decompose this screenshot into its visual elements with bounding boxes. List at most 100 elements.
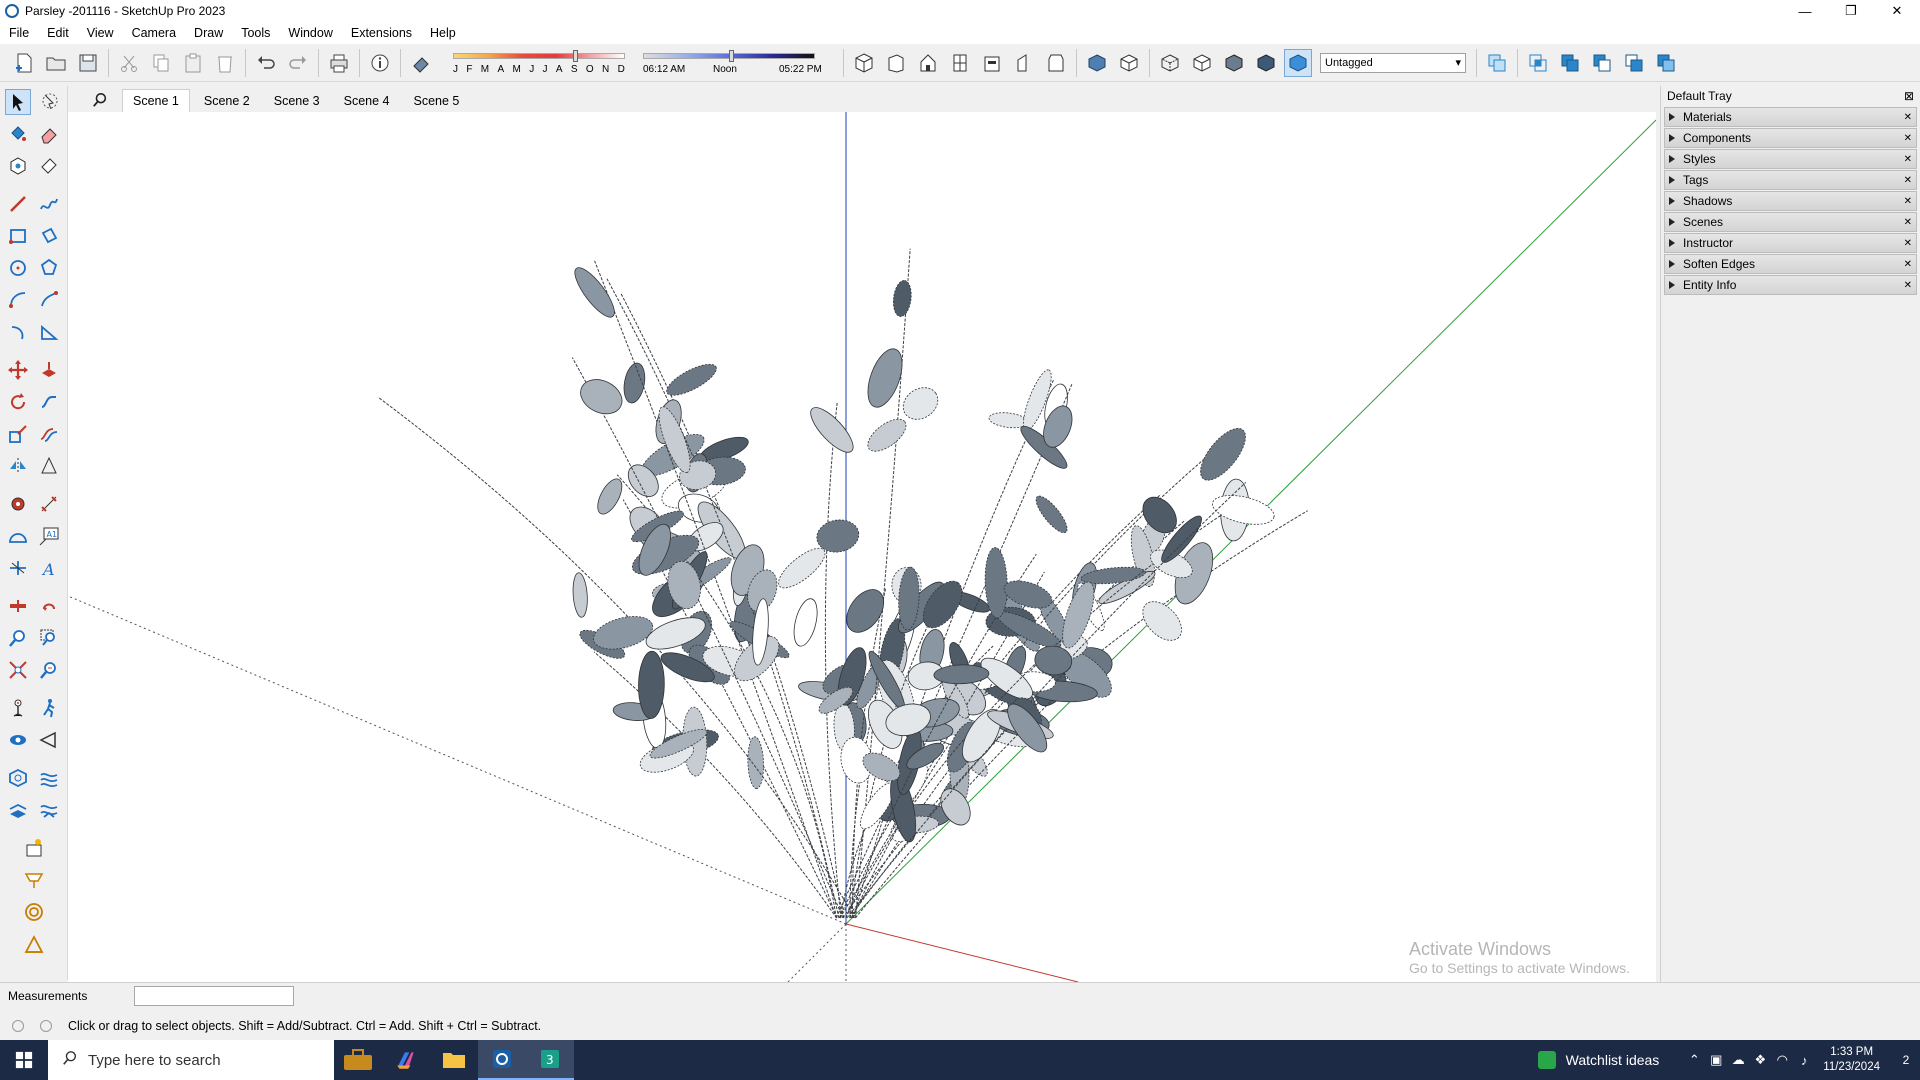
scene-tab-3[interactable]: Scene 3 [264, 90, 330, 112]
dropbox-icon[interactable]: ❖ [1749, 1049, 1771, 1071]
new-file-icon[interactable] [10, 49, 38, 77]
position-texture-tool-icon[interactable] [36, 453, 62, 479]
solid-trim-icon[interactable] [1620, 49, 1648, 77]
line-tool-icon[interactable] [5, 191, 31, 217]
shadows-toggle-icon[interactable] [407, 49, 435, 77]
left-view-icon[interactable] [1010, 49, 1038, 77]
scene-tab-2[interactable]: Scene 2 [194, 90, 260, 112]
zoom-window-tool-icon[interactable] [36, 625, 62, 651]
menu-extensions[interactable]: Extensions [342, 26, 421, 40]
dimension-tool-icon[interactable] [36, 491, 62, 517]
warehouse-icon[interactable] [21, 835, 47, 861]
bottom-view-icon[interactable] [1042, 49, 1070, 77]
date-slider[interactable] [453, 52, 625, 59]
solid-split-icon[interactable] [1652, 49, 1680, 77]
menu-view[interactable]: View [78, 26, 123, 40]
tray-panel-entity-info[interactable]: Entity Info ✕ [1664, 275, 1917, 295]
minimize-button[interactable]: — [1782, 0, 1828, 22]
move-tool-icon[interactable] [5, 357, 31, 383]
trimble-connect-icon[interactable] [21, 899, 47, 925]
menu-window[interactable]: Window [279, 26, 341, 40]
pie-tool-icon[interactable] [36, 319, 62, 345]
undo-icon[interactable] [252, 49, 280, 77]
windows-start-icon[interactable] [0, 1040, 48, 1080]
tray-panel-instructor[interactable]: Instructor ✕ [1664, 233, 1917, 253]
print-icon[interactable] [325, 49, 353, 77]
taskbar-search[interactable]: Type here to search [48, 1040, 334, 1080]
advanced-camera-tool-icon[interactable] [36, 727, 62, 753]
previous-view-tool-icon[interactable] [36, 657, 62, 683]
flip-tool-icon[interactable] [5, 453, 31, 479]
scene-tab-1[interactable]: Scene 1 [122, 89, 190, 112]
right-view-icon[interactable] [946, 49, 974, 77]
tray-panel-components[interactable]: Components ✕ [1664, 128, 1917, 148]
zoom-tool-icon[interactable] [5, 625, 31, 651]
lasso-select-tool-icon[interactable] [36, 89, 62, 115]
restore-button[interactable]: ❐ [1828, 0, 1874, 22]
solid-intersect-icon[interactable] [1524, 49, 1552, 77]
menu-file[interactable]: File [0, 26, 38, 40]
walk-tool-icon[interactable] [36, 695, 62, 721]
circle-tool-icon[interactable] [5, 255, 31, 281]
protractor-tool-icon[interactable] [5, 523, 31, 549]
tray-panel-tags[interactable]: Tags ✕ [1664, 170, 1917, 190]
parsley-model[interactable] [377, 248, 1308, 919]
offset-tool-icon[interactable] [36, 421, 62, 447]
notification-icon[interactable]: 2 [1892, 1040, 1920, 1080]
info-icon[interactable] [40, 1020, 52, 1032]
section-plane-tool-icon[interactable] [5, 593, 31, 619]
wifi-icon[interactable]: ◠ [1771, 1049, 1793, 1071]
solid-subtract-icon[interactable] [1588, 49, 1616, 77]
select-tool-icon[interactable] [4, 89, 31, 115]
zoom-extents-tool-icon[interactable] [5, 657, 31, 683]
measurements-input[interactable] [134, 985, 294, 1006]
save-icon[interactable] [74, 49, 102, 77]
sketchup-taskbar-icon[interactable] [478, 1040, 526, 1080]
push-pull-tool-icon[interactable] [36, 357, 62, 383]
solid-union-icon[interactable] [1556, 49, 1584, 77]
scene-tab-5[interactable]: Scene 5 [404, 90, 470, 112]
shadow-settings-bar[interactable]: JFMAMJJASOND 06:12 AM Noon 05:22 PM [443, 47, 833, 79]
polygon-tool-icon[interactable] [36, 255, 62, 281]
time-slider-handle[interactable] [729, 49, 734, 62]
xray-style-icon[interactable] [1083, 49, 1111, 77]
tablet-icon[interactable]: ▣ [1705, 1049, 1727, 1071]
shaded-style-icon[interactable] [1220, 49, 1248, 77]
tag-dropdown[interactable]: Untagged ▾ [1320, 52, 1466, 73]
shaded-textures-style-icon[interactable] [1252, 49, 1280, 77]
chevron-up-icon[interactable]: ⌃ [1683, 1049, 1705, 1071]
front-view-icon[interactable] [914, 49, 942, 77]
scene-tab-4[interactable]: Scene 4 [334, 90, 400, 112]
solid-outer-shell-icon[interactable] [1483, 49, 1511, 77]
tape-measure-tool-icon[interactable] [5, 491, 31, 517]
extension-warehouse-icon[interactable] [21, 867, 47, 893]
layout-send-icon[interactable] [21, 931, 47, 957]
copilot-icon[interactable] [382, 1040, 430, 1080]
wireframe-style-icon[interactable] [1156, 49, 1184, 77]
menu-edit[interactable]: Edit [38, 26, 78, 40]
monochrome-style-icon[interactable] [1284, 48, 1312, 77]
3d-text-tool-icon[interactable]: A [36, 555, 62, 581]
model-info-icon[interactable] [366, 49, 394, 77]
iso-view-icon[interactable] [850, 49, 878, 77]
sandbox-from-contours-icon[interactable] [5, 765, 31, 791]
tray-panel-materials[interactable]: Materials ✕ [1664, 107, 1917, 127]
watchlist-widget[interactable]: Watchlist ideas [1537, 1051, 1659, 1069]
two-point-arc-tool-icon[interactable] [36, 287, 62, 313]
axes-tool-icon[interactable] [5, 555, 31, 581]
sandbox-smoove-icon[interactable] [5, 797, 31, 823]
tray-panel-shadows[interactable]: Shadows ✕ [1664, 191, 1917, 211]
paint-bucket-tool-icon[interactable] [5, 121, 31, 147]
sketchup-3d-taskbar-icon[interactable]: 3 [526, 1040, 574, 1080]
text-tool-icon[interactable]: A1 [36, 523, 62, 549]
model-viewport[interactable]: Activate Windows Go to Settings to activ… [68, 112, 1656, 982]
sandbox-from-scratch-icon[interactable] [36, 765, 62, 791]
follow-me-tool-icon[interactable] [36, 389, 62, 415]
tag-eraser-tool-icon[interactable] [36, 153, 62, 179]
rectangle-tool-icon[interactable] [5, 223, 31, 249]
make-component-tool-icon[interactable] [5, 153, 31, 179]
menu-help[interactable]: Help [421, 26, 465, 40]
three-point-arc-tool-icon[interactable] [5, 319, 31, 345]
scene-search-icon[interactable] [82, 88, 118, 112]
rotate-tool-icon[interactable] [5, 389, 31, 415]
